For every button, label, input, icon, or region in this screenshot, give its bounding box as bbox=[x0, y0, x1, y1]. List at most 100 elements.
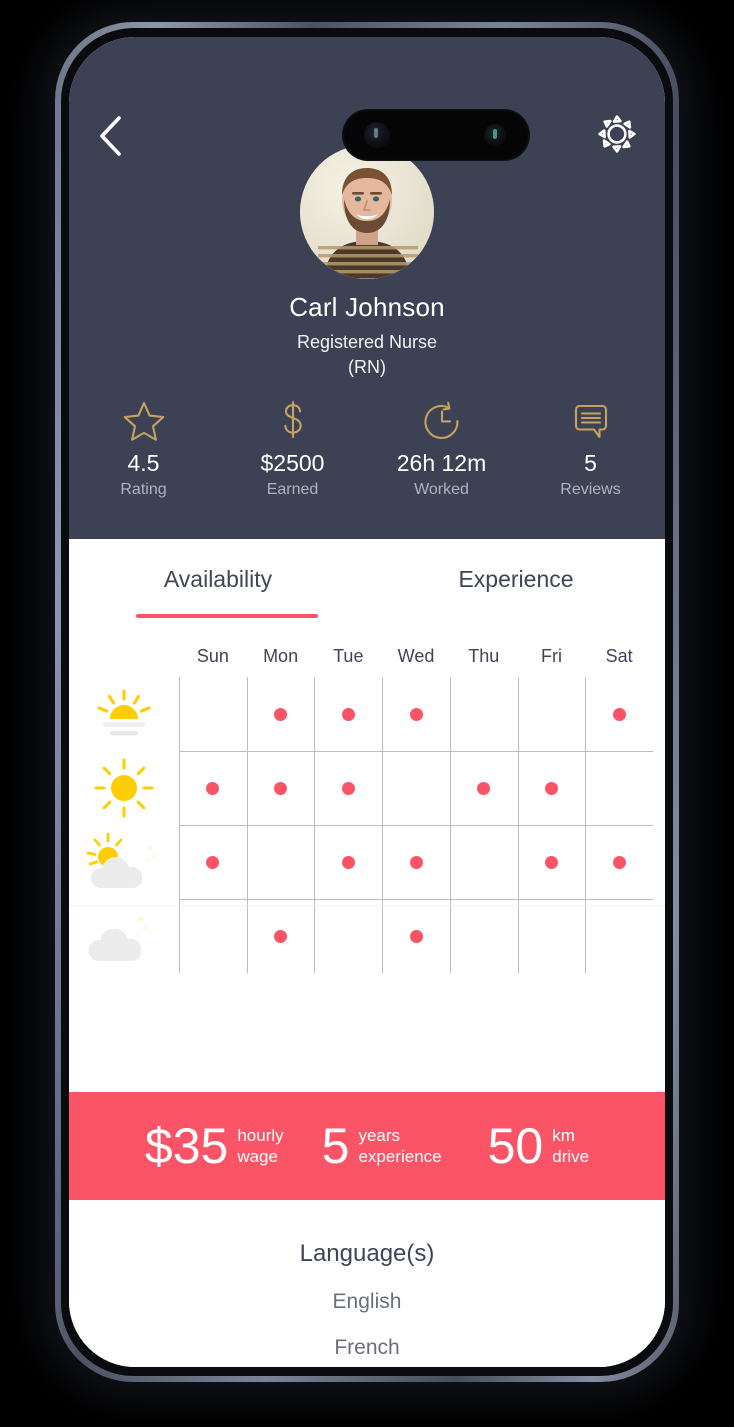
banner-unit-line1: hourly bbox=[237, 1126, 284, 1145]
slot-evening-thu[interactable] bbox=[450, 825, 518, 899]
dynamic-island bbox=[342, 109, 530, 161]
time-of-day-column bbox=[69, 677, 179, 973]
languages-section: Language(s) English French bbox=[69, 1200, 665, 1360]
stat-label: Earned bbox=[266, 481, 319, 498]
language-item-english: English bbox=[332, 1290, 402, 1313]
stat-worked: 26h 12m Worked bbox=[367, 399, 516, 499]
availability-dot bbox=[206, 781, 220, 795]
availability-dot bbox=[477, 781, 491, 795]
banner-value: 5 bbox=[321, 1118, 350, 1174]
slot-morning-mon[interactable] bbox=[247, 677, 315, 751]
stat-value: $2500 bbox=[260, 450, 325, 476]
slot-night-thu[interactable] bbox=[450, 899, 518, 973]
banner-unit-line2: experience bbox=[358, 1147, 442, 1166]
day-label-thu: Thu bbox=[468, 645, 500, 666]
slot-evening-tue[interactable] bbox=[314, 825, 382, 899]
banner-unit-line2: wage bbox=[237, 1147, 278, 1166]
day-label-wed: Wed bbox=[397, 645, 435, 666]
slot-morning-thu[interactable] bbox=[450, 677, 518, 751]
slot-night-sun[interactable] bbox=[179, 899, 247, 973]
profile-role-line1: Registered Nurse bbox=[296, 332, 438, 352]
slot-day-sun[interactable] bbox=[179, 751, 247, 825]
tab-experience[interactable]: Experience bbox=[367, 539, 665, 635]
banner-unit-line1: km bbox=[552, 1126, 575, 1145]
settings-button[interactable] bbox=[589, 105, 645, 163]
slot-morning-sat[interactable] bbox=[585, 677, 653, 751]
face-id-sensor-icon bbox=[484, 124, 506, 146]
row-divider bbox=[69, 905, 665, 906]
profile-name: Carl Johnson bbox=[289, 292, 445, 322]
stat-value: 4.5 bbox=[127, 450, 160, 476]
banner-value: $35 bbox=[144, 1118, 229, 1174]
day-header-row: Sun Mon Tue Wed Thu Fri Sat bbox=[69, 635, 665, 677]
profile-role: Registered Nurse (RN) bbox=[69, 330, 665, 380]
banner-unit-line2: drive bbox=[552, 1147, 590, 1166]
availability-dot bbox=[274, 707, 288, 721]
slot-day-sat[interactable] bbox=[585, 751, 653, 825]
availability-dot bbox=[409, 707, 423, 721]
sunrise-icon bbox=[69, 677, 179, 751]
slot-night-sat[interactable] bbox=[585, 899, 653, 973]
star-icon bbox=[122, 399, 166, 443]
slot-night-fri[interactable] bbox=[518, 899, 586, 973]
screenshot-stage: Carl Johnson Registered Nurse (RN) 4.5 R… bbox=[0, 0, 734, 1427]
clock-refresh-icon bbox=[421, 399, 463, 443]
availability-dot bbox=[612, 855, 626, 869]
phone-screen: Carl Johnson Registered Nurse (RN) 4.5 R… bbox=[69, 37, 665, 1367]
slot-evening-fri[interactable] bbox=[518, 825, 586, 899]
slot-day-tue[interactable] bbox=[314, 751, 382, 825]
availability-dot bbox=[274, 929, 288, 943]
banner-unit: km drive bbox=[552, 1125, 589, 1167]
slot-evening-mon[interactable] bbox=[247, 825, 315, 899]
slot-day-thu[interactable] bbox=[450, 751, 518, 825]
stat-reviews: 5 Reviews bbox=[516, 399, 665, 499]
stat-rating: 4.5 Rating bbox=[69, 399, 218, 499]
availability-row-day bbox=[179, 751, 653, 825]
slot-day-mon[interactable] bbox=[247, 751, 315, 825]
slot-morning-wed[interactable] bbox=[382, 677, 450, 751]
sun-moon-cloud-icon bbox=[69, 825, 179, 899]
profile-body: Availability Experience Sun Mon Tue Wed … bbox=[69, 539, 665, 1367]
availability-dot bbox=[544, 855, 558, 869]
chevron-left-icon bbox=[100, 116, 121, 156]
day-label-sun: Sun bbox=[196, 645, 229, 666]
slot-night-mon[interactable] bbox=[247, 899, 315, 973]
profile-role-line2: (RN) bbox=[348, 357, 386, 377]
slot-morning-sun[interactable] bbox=[179, 677, 247, 751]
stat-label: Worked bbox=[414, 481, 469, 498]
tab-availability[interactable]: Availability bbox=[69, 539, 367, 635]
front-camera-icon bbox=[364, 122, 390, 148]
back-button[interactable] bbox=[87, 109, 133, 163]
slot-day-fri[interactable] bbox=[518, 751, 586, 825]
stat-label: Rating bbox=[120, 481, 167, 498]
avatar[interactable] bbox=[300, 145, 434, 279]
slot-evening-sat[interactable] bbox=[585, 825, 653, 899]
slot-evening-wed[interactable] bbox=[382, 825, 450, 899]
active-tab-indicator bbox=[136, 614, 318, 618]
slot-night-wed[interactable] bbox=[382, 899, 450, 973]
banner-unit-line1: years bbox=[358, 1126, 401, 1145]
banner-unit: years experience bbox=[358, 1125, 441, 1167]
availability-row-morning bbox=[179, 677, 653, 751]
language-item-french: French bbox=[334, 1336, 400, 1359]
languages-title: Language(s) bbox=[299, 1240, 435, 1267]
slot-evening-sun[interactable] bbox=[179, 825, 247, 899]
summary-banner: $35 hourly wage 5 years experience 50 km… bbox=[69, 1092, 665, 1200]
availability-row-night bbox=[179, 899, 653, 973]
slot-day-wed[interactable] bbox=[382, 751, 450, 825]
slot-morning-tue[interactable] bbox=[314, 677, 382, 751]
profile-stats: 4.5 Rating $2500 Earned 26h 12m Worked 5… bbox=[69, 399, 665, 499]
dollar-icon bbox=[276, 399, 310, 443]
slot-morning-fri[interactable] bbox=[518, 677, 586, 751]
banner-item-drive: 50 km drive bbox=[488, 1121, 589, 1171]
speech-bubble-icon bbox=[569, 399, 613, 443]
slot-night-tue[interactable] bbox=[314, 899, 382, 973]
stat-earned: $2500 Earned bbox=[218, 399, 367, 499]
moon-cloud-icon bbox=[69, 899, 179, 973]
availability-dot bbox=[341, 855, 355, 869]
availability-grid bbox=[179, 677, 653, 973]
stat-label: Reviews bbox=[560, 481, 621, 498]
banner-item-experience: 5 years experience bbox=[322, 1121, 442, 1171]
day-label-mon: Mon bbox=[263, 645, 299, 666]
sun-icon bbox=[69, 751, 179, 825]
